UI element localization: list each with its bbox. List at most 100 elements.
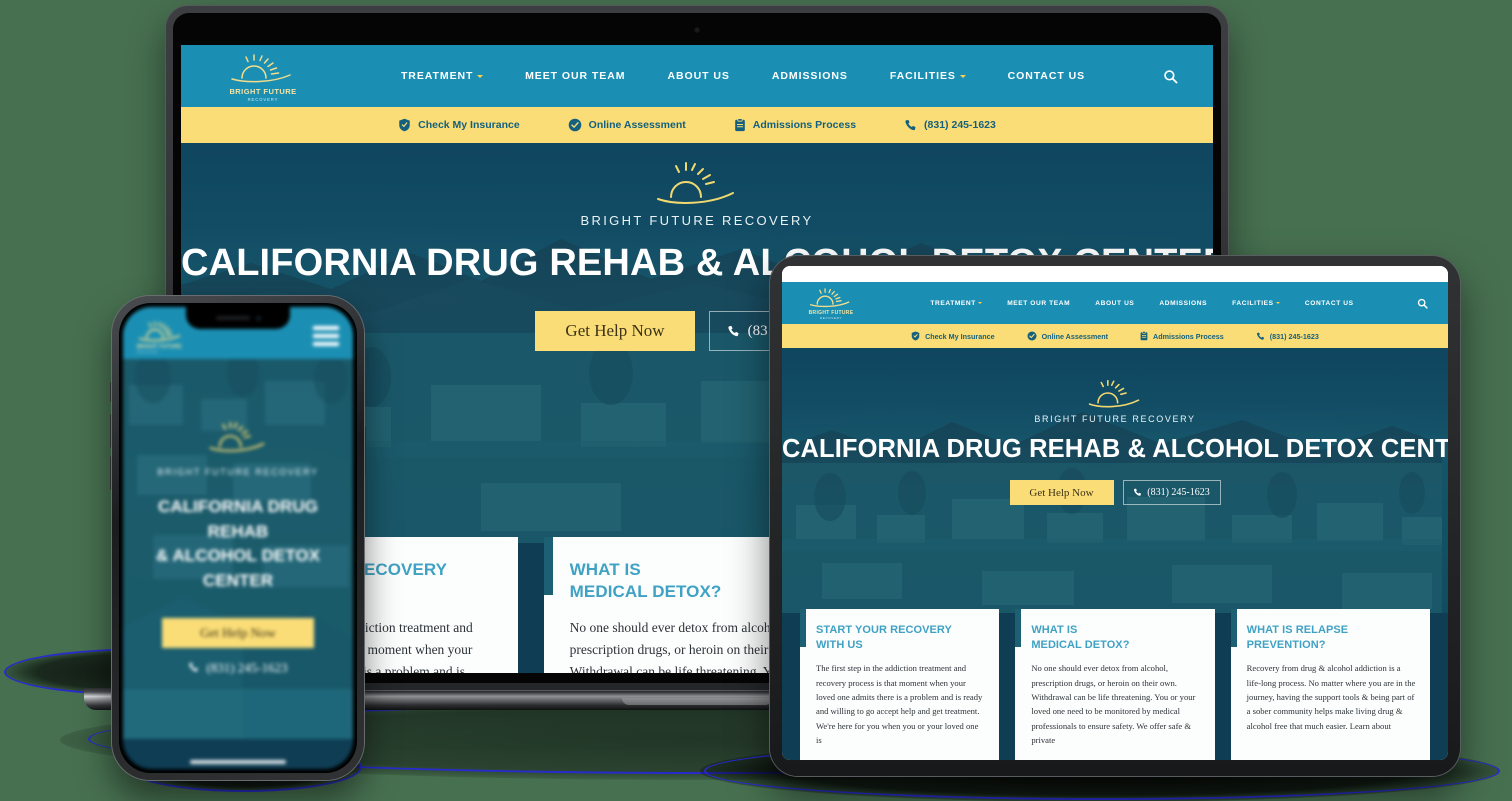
- card-accent-bar: [1230, 609, 1237, 647]
- button-label: Get Help Now: [565, 321, 665, 340]
- cta-bar: Check My Insurance Online Assessment Adm…: [181, 107, 1213, 143]
- card-body: No one should ever detox from alcohol, p…: [1031, 663, 1196, 745]
- hero-phone-button[interactable]: (831) 245-1623: [1122, 480, 1221, 505]
- card-title-line1: START YOUR RECOVERY: [816, 624, 952, 636]
- clipboard-icon: [1140, 331, 1148, 341]
- cta-phone-number[interactable]: (831) 245-1623: [904, 119, 996, 132]
- hero-actions-mobile: Get Help Now (831) 245-1623: [123, 617, 353, 676]
- nav-item-contact-us[interactable]: CONTACT US: [1008, 70, 1086, 82]
- nav-label: TREATMENT: [930, 299, 976, 307]
- logo-wordmark: BRIGHT FUTURE: [229, 86, 297, 96]
- hero-sunrise-icon: [209, 421, 265, 452]
- cta-online-assessment[interactable]: Online Assessment: [568, 118, 686, 132]
- check-circle-icon: [1027, 331, 1037, 341]
- nav-item-admissions[interactable]: ADMISSIONS: [1159, 300, 1207, 307]
- phone-icon: [728, 325, 739, 336]
- nav-label: TREATMENT: [400, 70, 474, 82]
- cta-online-assessment[interactable]: Online Assessment: [1027, 331, 1108, 341]
- card-what-is-medical-detox[interactable]: WHAT IS MEDICAL DETOX? No one should eve…: [1015, 609, 1215, 760]
- nav-item-treatment[interactable]: TREATMENT: [930, 299, 983, 307]
- cta-label: Check My Insurance: [418, 119, 520, 131]
- hero-brand-line: BRIGHT FUTURE RECOVERY: [580, 213, 814, 228]
- cta-admissions-process[interactable]: Admissions Process: [1140, 331, 1224, 341]
- info-cards: START YOUR RECOVERY WITH US The first st…: [782, 609, 1448, 760]
- nav-item-admissions[interactable]: ADMISSIONS: [772, 70, 848, 82]
- cta-admissions-process[interactable]: Admissions Process: [734, 118, 856, 132]
- get-help-now-button[interactable]: Get Help Now: [162, 617, 314, 648]
- logo-subtext: RECOVERY: [137, 349, 160, 354]
- hero-content-mobile: BRIGHT FUTURE RECOVERY CALIFORNIA DRUG R…: [123, 359, 353, 676]
- nav-label: ADMISSIONS: [1159, 299, 1208, 307]
- logo-subtext: RECOVERY: [247, 96, 279, 102]
- search-button[interactable]: [1412, 293, 1432, 313]
- phone-speaker-icon: [215, 316, 250, 320]
- hero-actions: Get Help Now (831) 245-1623: [782, 480, 1448, 505]
- nav-label: CONTACT US: [1007, 70, 1086, 82]
- phone-screen: BRIGHT FUTURE RECOVERY BRIGHT FUTURE REC…: [123, 307, 353, 769]
- hamburger-line: [313, 342, 339, 346]
- mockup-stage: BRIGHT FUTURE RECOVERY TREATMENT MEET OU…: [0, 0, 1512, 801]
- hero-phone-link[interactable]: (831) 245-1623: [188, 660, 288, 676]
- card-what-is-relapse-prevention[interactable]: WHAT IS RELAPSE PREVENTION? Recovery fro…: [1230, 609, 1430, 760]
- hero-title: CALIFORNIA DRUG REHAB & ALCOHOL DETOX CE…: [782, 435, 1448, 463]
- site-logo[interactable]: BRIGHT FUTURE RECOVERY: [800, 286, 862, 320]
- nav-label: ABOUT US: [1095, 299, 1135, 307]
- card-start-your-recovery[interactable]: START YOUR RECOVERY WITH US The first st…: [800, 609, 1000, 760]
- nav-label: ADMISSIONS: [771, 70, 848, 82]
- hero-sunrise-icon: [1088, 379, 1140, 408]
- card-title-line2: MEDICAL DETOX?: [1031, 638, 1130, 651]
- nav-item-meet-our-team[interactable]: MEET OUR TEAM: [1007, 300, 1070, 307]
- hero-sunrise-icon: [657, 162, 734, 204]
- card-title-line2: PREVENTION?: [1246, 638, 1326, 651]
- nav-label: MEET OUR TEAM: [525, 70, 626, 82]
- nav-item-contact-us[interactable]: CONTACT US: [1305, 300, 1354, 307]
- phone-front-camera-icon: [255, 315, 261, 321]
- nav-label: ABOUT US: [667, 70, 730, 82]
- tablet-screen: BRIGHT FUTURE RECOVERY TREATMENT MEET OU…: [782, 266, 1448, 760]
- phone-home-indicator[interactable]: [190, 760, 286, 764]
- phone-icon: [905, 119, 916, 130]
- phone-inner-frame: BRIGHT FUTURE RECOVERY BRIGHT FUTURE REC…: [119, 303, 357, 773]
- nav-item-facilities[interactable]: FACILITIES: [890, 70, 966, 82]
- check-circle-icon: [568, 118, 581, 132]
- hero-title-line1: CALIFORNIA DRUG REHAB: [158, 497, 318, 541]
- website-tablet: BRIGHT FUTURE RECOVERY TREATMENT MEET OU…: [782, 282, 1448, 760]
- card-title-line1: WHAT IS RELAPSE: [1246, 624, 1349, 636]
- get-help-now-button[interactable]: Get Help Now: [1009, 480, 1114, 505]
- chevron-down-icon: [959, 74, 966, 78]
- nav-item-meet-our-team[interactable]: MEET OUR TEAM: [525, 70, 625, 82]
- chevron-down-icon: [978, 302, 983, 304]
- website-mobile: BRIGHT FUTURE RECOVERY BRIGHT FUTURE REC…: [123, 307, 353, 769]
- cta-phone-number[interactable]: (831) 245-1623: [1256, 332, 1319, 341]
- card-title: WHAT IS MEDICAL DETOX?: [1031, 623, 1200, 652]
- chevron-down-icon: [1275, 302, 1280, 304]
- nav-item-about-us[interactable]: ABOUT US: [667, 70, 729, 82]
- laptop-base-notch: [622, 698, 772, 705]
- nav-label: CONTACT US: [1304, 299, 1354, 307]
- button-label: Get Help Now: [1029, 486, 1094, 499]
- card-title: START YOUR RECOVERY WITH US: [816, 623, 985, 652]
- shield-icon: [399, 118, 410, 132]
- device-phone: BRIGHT FUTURE RECOVERY BRIGHT FUTURE REC…: [110, 296, 366, 780]
- sunrise-icon: [809, 288, 850, 308]
- hero-title-line2: & ALCOHOL DETOX CENTER: [155, 546, 321, 590]
- hamburger-line: [313, 326, 339, 330]
- nav-label: FACILITIES: [889, 70, 956, 82]
- button-label: Get Help Now: [200, 624, 276, 640]
- phone-shell: BRIGHT FUTURE RECOVERY BRIGHT FUTURE REC…: [112, 296, 364, 780]
- cta-check-my-insurance[interactable]: Check My Insurance: [911, 331, 995, 341]
- cta-label: Online Assessment: [588, 119, 686, 131]
- phone-notch: [186, 307, 290, 329]
- get-help-now-button[interactable]: Get Help Now: [535, 311, 695, 351]
- site-logo[interactable]: BRIGHT FUTURE RECOVERY: [215, 51, 311, 102]
- search-button[interactable]: [1155, 61, 1185, 91]
- nav-item-treatment[interactable]: TREATMENT: [400, 70, 484, 82]
- nav-item-facilities[interactable]: FACILITIES: [1232, 300, 1280, 307]
- nav-item-about-us[interactable]: ABOUT US: [1095, 300, 1134, 307]
- card-body: The first step in the addiction treatmen…: [816, 663, 983, 745]
- phone-icon: [189, 662, 199, 672]
- cta-check-my-insurance[interactable]: Check My Insurance: [398, 118, 520, 132]
- hamburger-menu-button[interactable]: [313, 326, 339, 346]
- nav-links: TREATMENT MEET OUR TEAM ABOUT US ADMISSI…: [872, 300, 1412, 307]
- tablet-shell: BRIGHT FUTURE RECOVERY TREATMENT MEET OU…: [770, 256, 1460, 776]
